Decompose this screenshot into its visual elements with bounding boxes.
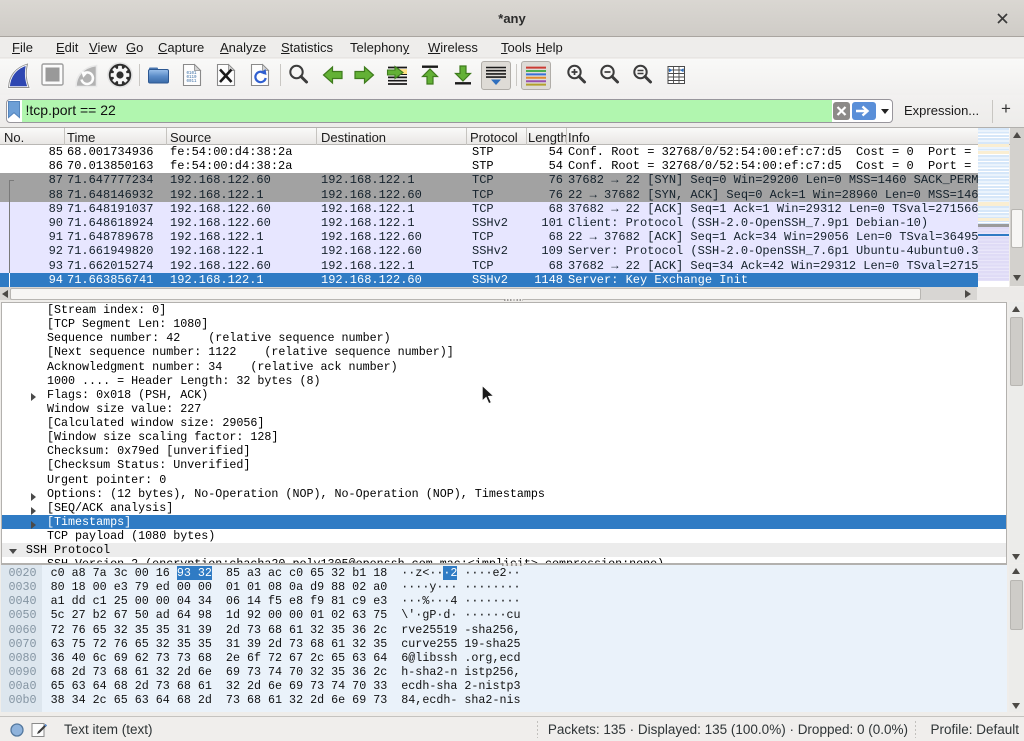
svg-text:0011: 0011 (187, 80, 198, 84)
